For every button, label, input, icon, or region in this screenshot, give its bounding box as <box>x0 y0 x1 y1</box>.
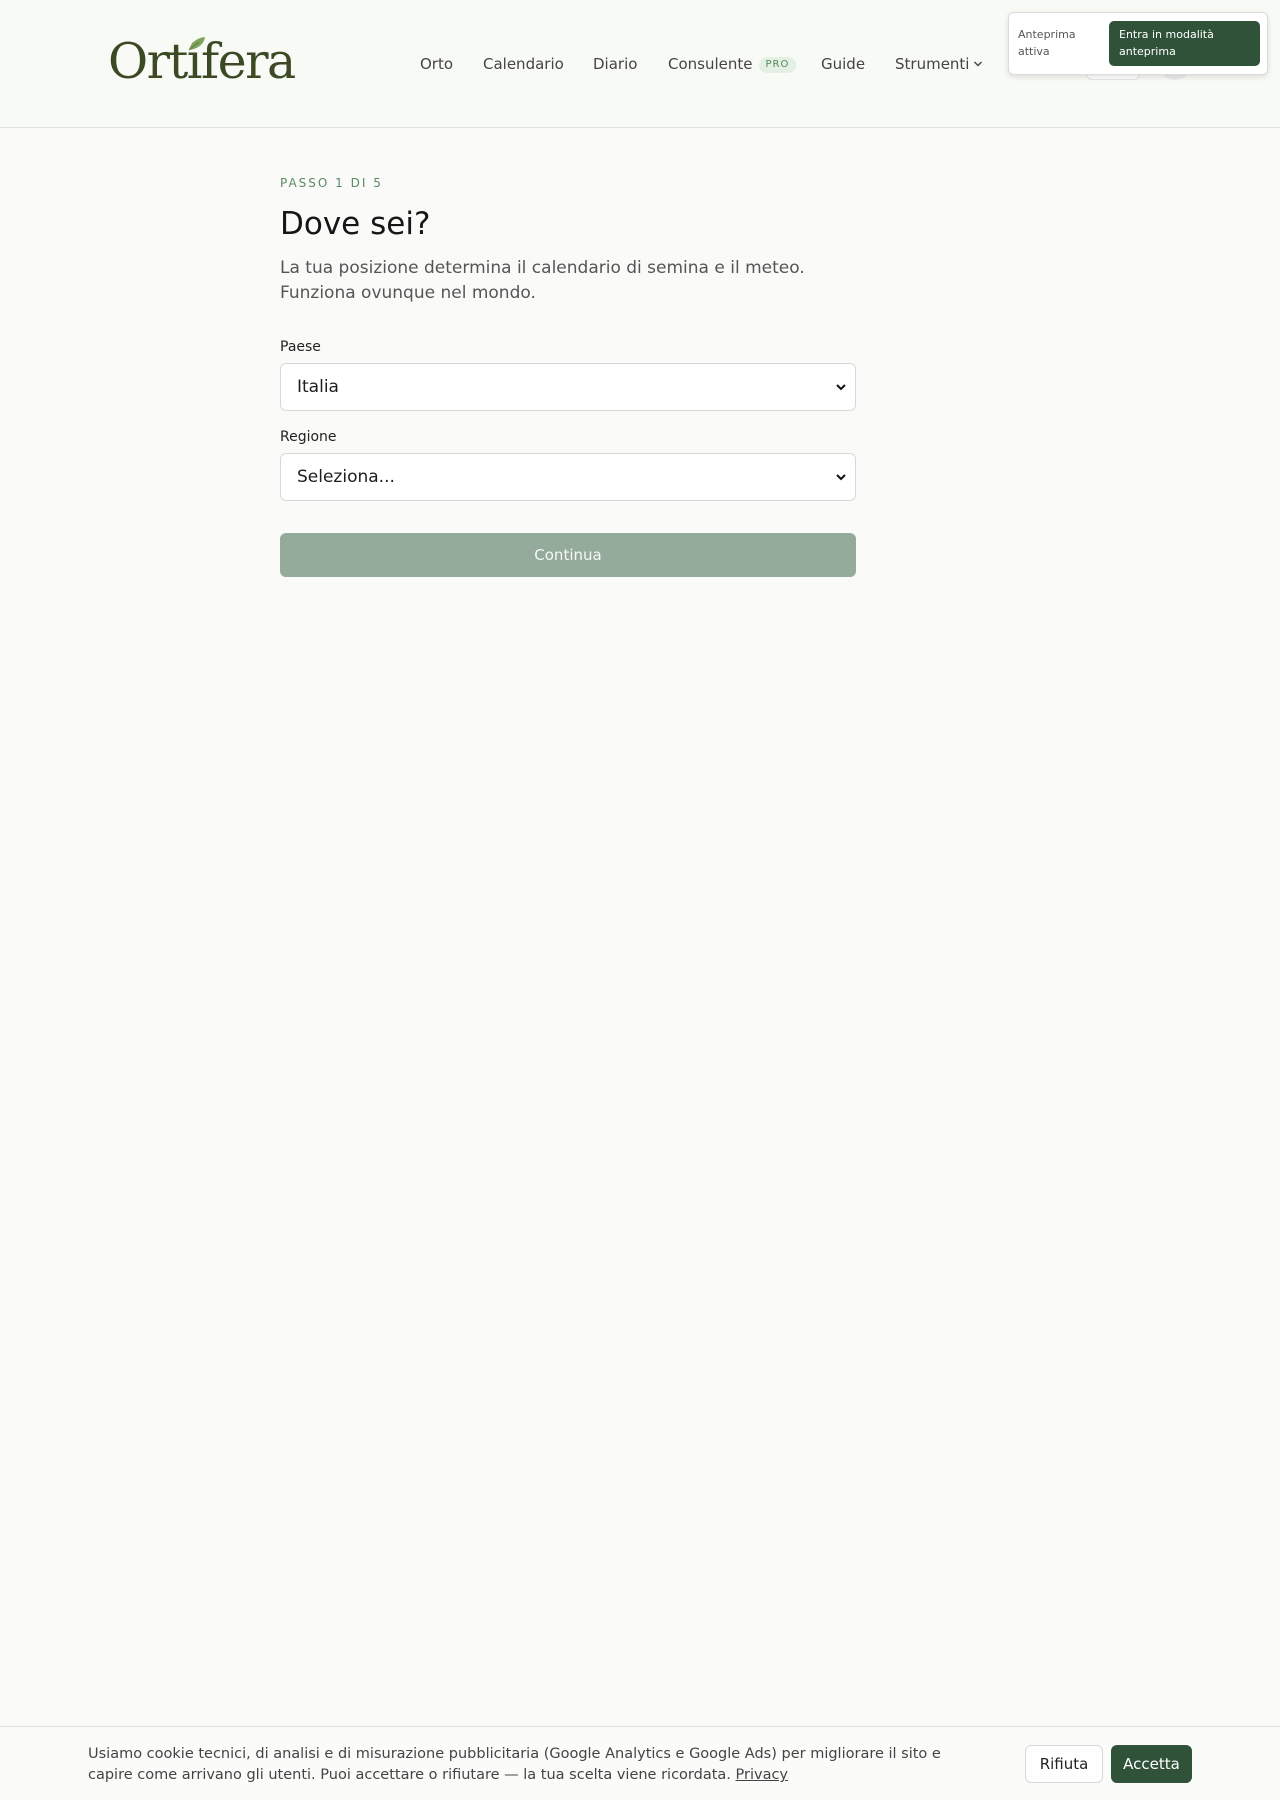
cookie-message: Usiamo cookie tecnici, di analisi e di m… <box>88 1746 941 1783</box>
nav-item-orto[interactable]: Orto <box>420 52 453 76</box>
nav-item-diario[interactable]: Diario <box>593 52 637 76</box>
reject-button[interactable]: Rifiuta <box>1025 1745 1103 1783</box>
cookie-text: Usiamo cookie tecnici, di analisi e di m… <box>88 1744 988 1786</box>
nav-item-strumenti[interactable]: Strumenti <box>895 52 983 76</box>
nav-item-strumenti-label: Strumenti <box>895 55 970 73</box>
site-header: Ortifera Orto Calendario Diario Consulen… <box>0 0 1280 128</box>
nav-item-consulente-label: Consulente <box>668 55 753 73</box>
privacy-link[interactable]: Privacy <box>736 1767 789 1783</box>
enter-preview-button[interactable]: Entra in modalità anteprima <box>1109 21 1260 66</box>
nav-item-consulente[interactable]: Consulente PRO <box>668 52 797 76</box>
accept-button[interactable]: Accetta <box>1111 1745 1192 1783</box>
chevron-down-icon <box>974 61 983 67</box>
brand-logo[interactable]: Ortifera <box>108 34 296 90</box>
chevron-down-icon <box>836 474 846 481</box>
leaf-icon <box>188 37 205 51</box>
country-select[interactable]: Italia <box>280 363 856 411</box>
step-indicator: PASSO 1 DI 5 <box>280 176 383 190</box>
chevron-down-icon <box>836 384 846 391</box>
nav-item-calendario[interactable]: Calendario <box>483 52 564 76</box>
nav-item-guide[interactable]: Guide <box>821 52 865 76</box>
country-value: Italia <box>297 377 339 397</box>
cookie-banner: Usiamo cookie tecnici, di analisi e di m… <box>0 1726 1280 1800</box>
country-label: Paese <box>280 339 321 355</box>
page-subtitle: La tua posizione determina il calendario… <box>280 258 805 303</box>
preview-card: Anteprima attiva Entra in modalità antep… <box>1008 12 1268 75</box>
continue-button[interactable]: Continua <box>280 533 856 577</box>
region-value: Seleziona... <box>297 467 395 487</box>
preview-status: Anteprima attiva <box>1018 28 1076 58</box>
pro-badge: PRO <box>758 57 797 73</box>
page-title: Dove sei? <box>280 206 431 242</box>
region-select[interactable]: Seleziona... <box>280 453 856 501</box>
region-label: Regione <box>280 429 337 445</box>
